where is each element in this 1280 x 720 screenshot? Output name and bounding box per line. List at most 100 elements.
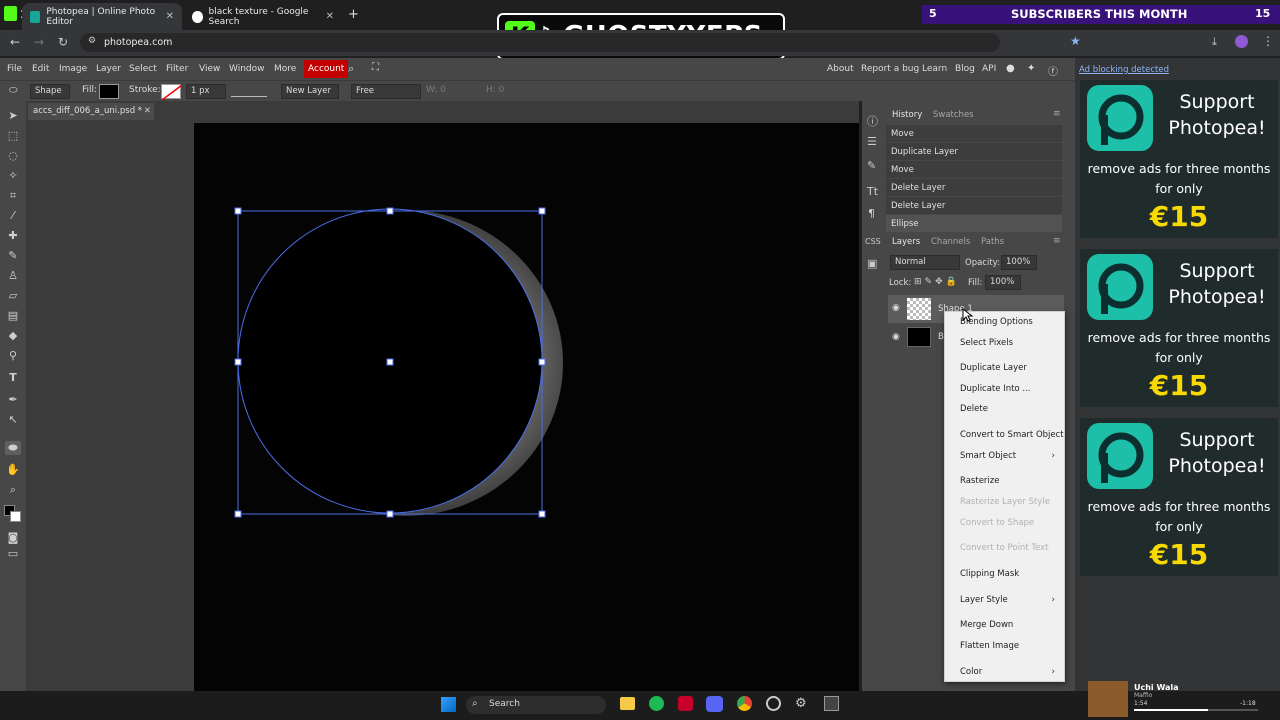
history-item[interactable]: Duplicate Layer bbox=[886, 143, 1062, 161]
bookmark-star-icon[interactable]: ★ bbox=[1070, 34, 1081, 48]
opacity-input[interactable]: 100% bbox=[1001, 255, 1037, 270]
visibility-eye-icon[interactable]: ◉ bbox=[892, 332, 900, 342]
media-progress-track[interactable] bbox=[1134, 709, 1258, 711]
app-icon[interactable] bbox=[824, 696, 839, 711]
windows-start-icon[interactable] bbox=[441, 697, 456, 712]
close-tab-icon[interactable]: ✕ bbox=[166, 11, 174, 22]
close-tab-icon[interactable]: ✕ bbox=[326, 11, 334, 22]
dodge-tool-icon[interactable]: ⚲ bbox=[5, 349, 21, 363]
path-select-tool-icon[interactable]: ↖ bbox=[5, 413, 21, 427]
lock-icons[interactable]: ⊞✎✥🔒 bbox=[914, 277, 960, 287]
menu-item-flatten-image[interactable]: Flatten Image bbox=[960, 639, 1019, 653]
menu-item-convert-smart-object[interactable]: Convert to Smart Object bbox=[960, 428, 1064, 442]
menu-filter[interactable]: Filter bbox=[162, 58, 192, 80]
background-color-swatch[interactable] bbox=[10, 511, 21, 522]
menu-select[interactable]: Select bbox=[125, 58, 161, 80]
tab-swatches[interactable]: Swatches bbox=[933, 107, 974, 123]
history-item[interactable]: Move bbox=[886, 161, 1062, 179]
blend-mode-select[interactable]: Normal bbox=[890, 255, 960, 270]
menu-item-duplicate-layer[interactable]: Duplicate Layer bbox=[960, 361, 1027, 375]
history-item[interactable]: Ellipse bbox=[886, 215, 1062, 233]
chrome-icon[interactable] bbox=[737, 696, 752, 711]
stamp-tool-icon[interactable]: ♙ bbox=[5, 269, 21, 283]
shape-mode-select[interactable]: Shape bbox=[30, 84, 70, 99]
menu-item-color[interactable]: Color bbox=[960, 665, 982, 679]
link-learn[interactable]: Learn bbox=[918, 58, 951, 80]
download-icon[interactable]: ⤓ bbox=[1212, 35, 1217, 49]
back-icon[interactable]: ← bbox=[10, 35, 20, 49]
tab-history[interactable]: History bbox=[892, 107, 922, 123]
ad-block[interactable]: Support Photopea! remove ads for three m… bbox=[1080, 418, 1278, 576]
fullscreen-icon[interactable]: ⛶ bbox=[372, 62, 379, 73]
history-item[interactable]: Delete Layer bbox=[886, 179, 1062, 197]
tab-channels[interactable]: Channels bbox=[931, 234, 970, 250]
discord-icon[interactable] bbox=[706, 696, 723, 712]
magic-wand-tool-icon[interactable]: ✧ bbox=[5, 169, 21, 183]
marquee-tool-icon[interactable]: ⬚ bbox=[5, 129, 21, 143]
css-icon[interactable]: CSS bbox=[865, 237, 881, 246]
character-icon[interactable]: Tt bbox=[867, 185, 878, 198]
visibility-eye-icon[interactable]: ◉ bbox=[892, 303, 900, 313]
file-explorer-icon[interactable] bbox=[620, 697, 635, 710]
browser-tab-photopea[interactable]: Photopea | Online Photo Editor ✕ bbox=[22, 3, 182, 30]
brush-panel-icon[interactable]: ✎ bbox=[867, 159, 876, 172]
panel-menu-icon[interactable]: ≡ bbox=[1053, 109, 1061, 119]
menu-file[interactable]: File bbox=[3, 58, 26, 80]
menu-item-merge-down[interactable]: Merge Down bbox=[960, 618, 1013, 632]
app-icon[interactable] bbox=[766, 696, 781, 711]
browser-menu-icon[interactable]: ⋮ bbox=[1262, 34, 1274, 48]
facebook-icon[interactable]: ⓕ bbox=[1048, 63, 1058, 78]
twitter-icon[interactable]: ✦ bbox=[1027, 63, 1035, 74]
fill-swatch[interactable] bbox=[99, 84, 119, 99]
site-info-icon[interactable]: ⚙ bbox=[88, 36, 96, 46]
spotify-icon[interactable] bbox=[649, 696, 664, 711]
search-icon[interactable]: ⌕ bbox=[348, 62, 354, 76]
ad-block[interactable]: Support Photopea! remove ads for three m… bbox=[1080, 80, 1278, 238]
menu-more[interactable]: More bbox=[270, 58, 300, 80]
zoom-tool-icon[interactable]: ⌕ bbox=[5, 483, 21, 497]
gradient-tool-icon[interactable]: ▤ bbox=[5, 309, 21, 323]
link-report-bug[interactable]: Report a bug bbox=[857, 58, 923, 80]
layer-mode-select[interactable]: New Layer bbox=[281, 84, 339, 99]
blur-tool-icon[interactable]: ◆ bbox=[5, 329, 21, 343]
menu-item-rasterize[interactable]: Rasterize bbox=[960, 474, 999, 488]
app-icon[interactable] bbox=[678, 696, 693, 711]
browser-tab-google[interactable]: black texture - Google Search ✕ bbox=[184, 3, 342, 30]
move-tool-icon[interactable]: ➤ bbox=[5, 109, 21, 123]
eraser-tool-icon[interactable]: ▱ bbox=[5, 289, 21, 303]
tab-paths[interactable]: Paths bbox=[981, 234, 1004, 250]
stroke-width-input[interactable]: 1 px bbox=[186, 84, 226, 99]
link-about[interactable]: About bbox=[823, 58, 858, 80]
ellipse-tool-icon[interactable]: ⬬ bbox=[5, 441, 21, 455]
menu-item-duplicate-into[interactable]: Duplicate Into ... bbox=[960, 382, 1030, 396]
crop-tool-icon[interactable]: ⌗ bbox=[5, 189, 21, 203]
link-blog[interactable]: Blog bbox=[951, 58, 979, 80]
menu-edit[interactable]: Edit bbox=[28, 58, 53, 80]
ad-blocking-notice[interactable]: Ad blocking detected bbox=[1079, 65, 1169, 75]
menu-image[interactable]: Image bbox=[55, 58, 91, 80]
taskbar-search-box[interactable]: ⌕ Search bbox=[466, 696, 606, 714]
healing-tool-icon[interactable]: ✚ bbox=[5, 229, 21, 243]
layers-panel-menu-icon[interactable]: ≡ bbox=[1053, 236, 1061, 246]
close-document-icon[interactable]: ✕ bbox=[144, 103, 151, 120]
document-tab[interactable]: accs_diff_006_a_uni.psd * ✕ bbox=[28, 103, 154, 120]
history-item[interactable]: Delete Layer bbox=[886, 197, 1062, 215]
history-item[interactable]: Move bbox=[886, 125, 1062, 143]
address-bar[interactable]: photopea.com bbox=[80, 33, 1000, 52]
menu-account[interactable]: Account bbox=[304, 60, 349, 78]
menu-window[interactable]: Window bbox=[225, 58, 269, 80]
stroke-style-select[interactable] bbox=[231, 85, 267, 97]
forward-icon[interactable]: → bbox=[34, 35, 44, 49]
menu-item-delete[interactable]: Delete bbox=[960, 402, 988, 416]
menu-view[interactable]: View bbox=[195, 58, 224, 80]
fill-input[interactable]: 100% bbox=[985, 275, 1021, 290]
layer-name[interactable]: B bbox=[938, 332, 944, 342]
image-panel-icon[interactable]: ▣ bbox=[867, 257, 877, 270]
hand-tool-icon[interactable]: ✋ bbox=[5, 463, 21, 477]
stroke-swatch[interactable] bbox=[161, 84, 182, 100]
pen-tool-icon[interactable]: ✒ bbox=[5, 393, 21, 407]
ad-block[interactable]: Support Photopea! remove ads for three m… bbox=[1080, 249, 1278, 407]
reddit-icon[interactable]: ● bbox=[1006, 63, 1015, 74]
link-api[interactable]: API bbox=[978, 58, 1000, 80]
properties-icon[interactable]: ☰ bbox=[867, 135, 877, 148]
